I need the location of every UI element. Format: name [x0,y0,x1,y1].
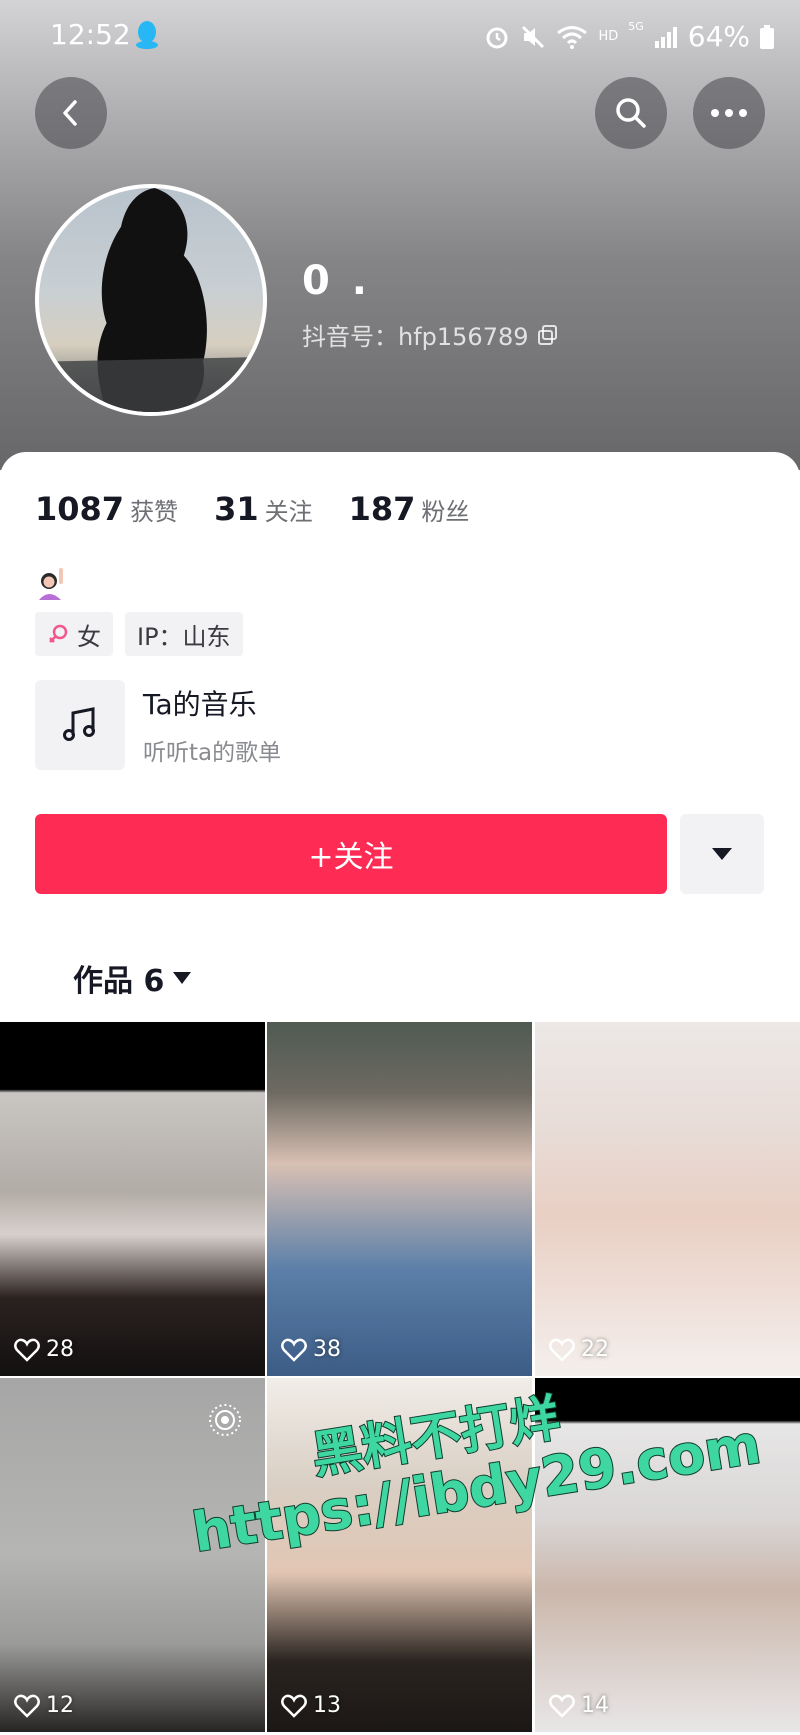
video-likes: 28 [14,1337,74,1362]
triangle-down-icon [712,848,732,860]
mute-icon [522,25,545,48]
qq-penguin-icon [136,21,158,49]
heart-outline-icon [14,1338,40,1362]
video-likes-count: 13 [313,1693,341,1718]
search-button[interactable] [595,77,667,149]
profile-header: 12:52 HD 5G 64% 0 . 抖音号：hfp156789 [0,0,800,470]
stat-followers-count: 187 [348,490,416,528]
works-tab-label: 作品 6 [73,964,165,999]
video-likes: 38 [281,1337,341,1362]
nickname: 0 . [302,258,371,304]
5g-label: 5G [628,20,644,33]
tab-works[interactable]: 作品 6 [73,956,192,1000]
person-raising-hand-emoji-icon [39,568,63,600]
back-button[interactable] [35,77,107,149]
wifi-icon [557,25,588,49]
more-button[interactable] [693,77,765,149]
heart-outline-icon [549,1694,575,1718]
battery-percent: 64% [687,20,750,53]
video-likes-count: 38 [313,1337,341,1362]
status-icons: HD 5G 64% [484,20,774,53]
hd-label: HD [598,29,619,44]
video-likes-count: 12 [46,1693,74,1718]
video-thumbnail[interactable]: 38 [267,1022,532,1376]
stat-following[interactable]: 31 关注 [214,490,313,528]
gender-text: 女 [77,622,101,651]
female-icon [49,624,68,643]
video-likes: 13 [281,1693,341,1718]
music-subtitle: 听听ta的歌单 [143,740,282,766]
video-likes: 22 [549,1337,609,1362]
stat-following-count: 31 [214,490,259,528]
chevron-left-icon [63,100,77,126]
stat-followers-label: 粉丝 [421,498,470,526]
stats-row: 1087 获赞 31 关注 187 粉丝 [35,490,505,528]
douyin-id-text: 抖音号：hfp156789 [302,323,529,351]
battery-icon [760,24,774,49]
video-likes-count: 22 [581,1337,609,1362]
heart-outline-icon [549,1338,575,1362]
gender-tag: 女 [35,612,113,656]
heart-outline-icon [14,1694,40,1718]
stat-likes[interactable]: 1087 获赞 [35,490,178,528]
stat-following-label: 关注 [264,498,313,526]
heart-outline-icon [281,1338,307,1362]
video-thumbnail[interactable]: 22 [535,1022,800,1376]
video-likes: 12 [14,1693,74,1718]
status-bar: 12:52 HD 5G 64% [0,14,800,58]
copy-icon[interactable] [537,324,559,346]
stat-likes-label: 获赞 [130,498,179,526]
stat-likes-count: 1087 [35,490,125,528]
more-dots-icon [711,109,747,117]
video-likes-count: 28 [46,1337,74,1362]
recommend-dropdown-button[interactable] [680,814,764,894]
tags-row: 女 IP：山东 [35,612,243,656]
music-icon-box [35,680,125,770]
music-entry[interactable]: Ta的音乐 听听ta的歌单 [35,680,281,770]
ip-text: IP：山东 [137,622,231,651]
search-icon [616,98,646,128]
avatar[interactable] [35,184,267,416]
stat-followers[interactable]: 187 粉丝 [349,490,470,528]
follow-button[interactable]: +关注 [35,814,667,894]
alarm-icon [486,27,508,48]
signal-icon [654,26,677,48]
ip-tag: IP：山东 [125,612,243,656]
video-likes: 14 [549,1693,609,1718]
music-text: Ta的音乐 听听ta的歌单 [143,683,281,767]
heart-outline-icon [281,1694,307,1718]
music-title: Ta的音乐 [143,688,257,721]
status-time: 12:52 [50,18,131,51]
avatar-image [39,188,263,412]
triangle-down-icon [173,972,192,984]
music-note-icon [63,707,95,741]
video-likes-count: 14 [581,1693,609,1718]
video-thumbnail[interactable]: 28 [0,1022,265,1376]
douyin-id[interactable]: 抖音号：hfp156789 [302,317,559,352]
